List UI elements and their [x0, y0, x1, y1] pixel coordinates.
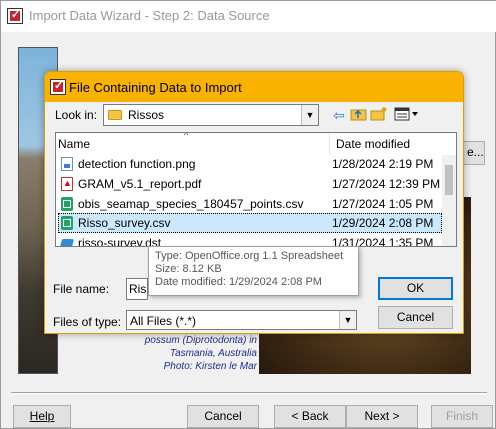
file-date: 1/27/2024 1:05 PM	[332, 197, 434, 211]
dialog-title: File Containing Data to Import	[69, 80, 242, 95]
wizard-cancel-label: Cancel	[204, 409, 242, 423]
chevron-down-icon[interactable]: ▼	[339, 311, 356, 329]
wizard-title: Import Data Wizard - Step 2: Data Source	[29, 8, 270, 23]
app-icon	[7, 8, 23, 24]
next-button-label: Next >	[364, 409, 400, 423]
dialog-app-icon	[50, 79, 66, 95]
filename-input[interactable]: Risso	[126, 278, 148, 300]
png-file-icon	[61, 157, 73, 171]
wizard-titlebar[interactable]: Import Data Wizard - Step 2: Data Source	[1, 1, 496, 32]
ok-button[interactable]: OK	[378, 277, 453, 300]
browse-button[interactable]: e...	[461, 141, 485, 165]
file-row[interactable]: detection function.png 1/28/2024 2:19 PM	[58, 154, 442, 174]
caption-line: Tasmania, Australia	[169, 348, 257, 359]
lookin-value: Rissos	[128, 108, 165, 122]
filetype-value: All Files (*.*)	[130, 314, 197, 328]
column-header-date[interactable]: Date modified	[336, 137, 410, 151]
dialog-titlebar[interactable]: File Containing Data to Import	[45, 72, 463, 102]
browse-button-label: e...	[467, 145, 484, 159]
file-row[interactable]: obis_seamap_species_180457_points.csv 1/…	[58, 194, 442, 214]
open-file-dialog: File Containing Data to Import Look in: …	[44, 71, 464, 334]
chevron-down-icon[interactable]: ▼	[301, 105, 318, 125]
tooltip-size: Size: 8.12 KB	[155, 263, 222, 275]
back-button-label: < Back	[291, 409, 329, 423]
view-menu-icon[interactable]	[393, 106, 421, 124]
photo-caption: possum (Diprotodonta) in Tasmania, Austr…	[131, 334, 257, 373]
dst-file-icon	[61, 236, 73, 246]
file-name: obis_seamap_species_180457_points.csv	[78, 197, 304, 211]
lookin-label: Look in:	[55, 108, 98, 122]
scrollbar-thumb[interactable]	[445, 165, 453, 195]
filename-value: Risso	[129, 282, 147, 296]
file-row-selected[interactable]: Risso_survey.csv 1/29/2024 2:08 PM	[58, 213, 442, 233]
caption-line: possum (Diprotodonta) in	[144, 335, 257, 346]
csv-file-icon	[61, 197, 73, 211]
finish-button[interactable]: Finish	[431, 405, 493, 428]
file-name: detection function.png	[78, 157, 196, 171]
caption-line: Photo: Kirsten le Mar	[163, 361, 257, 372]
file-date: 1/29/2024 2:08 PM	[332, 216, 434, 230]
help-button-label: Help	[29, 409, 55, 423]
column-divider[interactable]	[329, 133, 330, 155]
wizard-cancel-button[interactable]: Cancel	[187, 405, 259, 428]
dialog-cancel-label: Cancel	[396, 310, 435, 324]
column-header-name[interactable]: Name	[58, 137, 90, 151]
ok-button-label: OK	[406, 281, 425, 295]
file-info-tooltip: Type: OpenOffice.org 1.1 Spreadsheet Siz…	[148, 246, 359, 296]
dialog-cancel-button[interactable]: Cancel	[378, 306, 453, 329]
csv-file-icon	[61, 216, 73, 230]
back-button[interactable]: < Back	[274, 405, 346, 428]
vertical-scrollbar[interactable]	[442, 155, 456, 246]
wizard-separator	[11, 392, 487, 394]
lookin-dropdown[interactable]: Rissos ▼	[103, 104, 319, 126]
filename-label: File name:	[53, 282, 110, 296]
file-name: GRAM_v5.1_report.pdf	[78, 177, 202, 191]
finish-button-label: Finish	[445, 409, 478, 423]
file-name: Risso_survey.csv	[78, 216, 171, 230]
help-button[interactable]: Help	[13, 405, 71, 428]
filetype-dropdown[interactable]: All Files (*.*) ▼	[126, 310, 357, 330]
filetype-label: Files of type:	[53, 315, 122, 329]
file-row[interactable]: GRAM_v5.1_report.pdf 1/27/2024 12:39 PM	[58, 174, 442, 194]
file-list[interactable]: Name ^ Date modified detection function.…	[55, 132, 457, 247]
pdf-file-icon	[61, 177, 73, 191]
tooltip-type: Type: OpenOffice.org 1.1 Spreadsheet	[155, 250, 344, 262]
up-folder-icon[interactable]	[349, 106, 369, 124]
sort-ascending-icon: ^	[184, 132, 189, 140]
file-date: 1/28/2024 2:19 PM	[332, 157, 434, 171]
folder-icon	[108, 110, 122, 120]
next-button[interactable]: Next >	[346, 405, 418, 428]
back-arrow-icon[interactable]: ⇦	[329, 106, 349, 124]
new-folder-icon[interactable]	[369, 106, 389, 124]
file-row[interactable]: risso-survey.dst 1/31/2024 1:35 PM	[58, 233, 442, 246]
file-date: 1/27/2024 12:39 PM	[332, 177, 441, 191]
tooltip-modified: Date modified: 1/29/2024 2:08 PM	[155, 276, 322, 288]
